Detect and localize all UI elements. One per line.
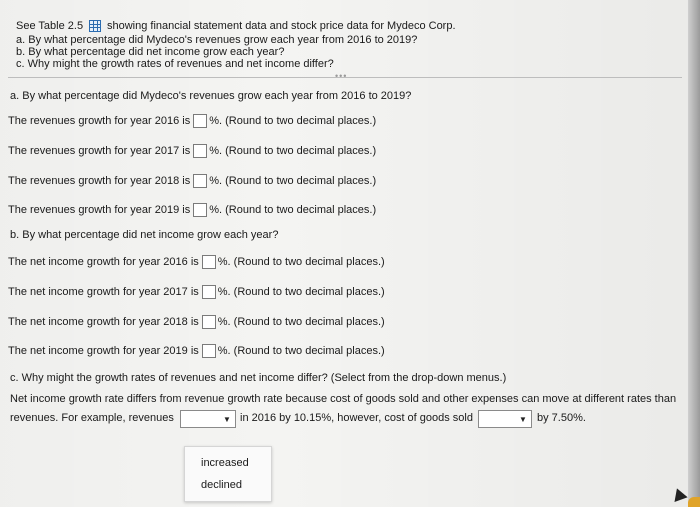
row-label: The revenues growth for year 2019 is (8, 204, 191, 216)
dropdown-arrow-icon: ▼ (223, 414, 231, 424)
revenue-growth-row-2017: The revenues growth for year 2017 is %. … (8, 143, 376, 159)
row-hint: %. (Round to two decimal places.) (209, 145, 377, 157)
part-c-header: c. Why might the growth rates of revenue… (10, 372, 507, 384)
row-hint: %. (Round to two decimal places.) (209, 175, 377, 187)
dropdown-menu: increased declined (184, 446, 272, 502)
net-income-growth-2019-input[interactable] (201, 344, 216, 358)
row-label: The revenues growth for year 2017 is (8, 145, 191, 157)
option-increased[interactable]: increased (201, 457, 249, 469)
row-hint: %. (Round to two decimal places.) (217, 286, 385, 298)
part-c-text-line1: Net income growth rate differs from reve… (10, 393, 677, 405)
row-label: The revenues growth for year 2018 is (8, 175, 191, 187)
row-label: The net income growth for year 2016 is (8, 256, 199, 268)
net-income-growth-row-2018: The net income growth for year 2018 is %… (8, 314, 385, 330)
row-label: The net income growth for year 2019 is (8, 345, 199, 357)
problem-page: See Table 2.5 showing financial statemen… (0, 0, 690, 507)
revenue-growth-row-2016: The revenues growth for year 2016 is %. … (8, 113, 376, 129)
net-income-growth-row-2017: The net income growth for year 2017 is %… (8, 284, 385, 300)
table-icon[interactable] (89, 20, 101, 32)
part-c-text-line2-end: by 7.50%. (537, 412, 586, 424)
part-c-text-line2-middle: in 2016 by 10.15%, however, cost of good… (240, 412, 473, 424)
intro-description: showing financial statement data and sto… (107, 20, 456, 32)
row-hint: %. (Round to two decimal places.) (209, 204, 377, 216)
cogs-direction-dropdown[interactable]: ▼ (478, 410, 532, 428)
revenue-growth-row-2018: The revenues growth for year 2018 is %. … (8, 173, 376, 189)
option-declined[interactable]: declined (201, 479, 242, 491)
corner-badge-icon (688, 497, 700, 507)
dropdown-arrow-icon: ▼ (519, 414, 527, 424)
row-label: The net income growth for year 2018 is (8, 316, 199, 328)
revenue-growth-row-2019: The revenues growth for year 2019 is %. … (8, 202, 376, 218)
row-label: The net income growth for year 2017 is (8, 286, 199, 298)
row-label: The revenues growth for year 2016 is (8, 115, 191, 127)
row-hint: %. (Round to two decimal places.) (209, 115, 377, 127)
revenue-growth-2016-input[interactable] (193, 114, 208, 128)
net-income-growth-2016-input[interactable] (201, 255, 216, 269)
row-hint: %. (Round to two decimal places.) (217, 256, 385, 268)
part-b-header: b. By what percentage did net income gro… (10, 229, 279, 241)
net-income-growth-row-2019: The net income growth for year 2019 is %… (8, 343, 385, 359)
screen-edge (688, 0, 700, 507)
part-c-text-line2-start: revenues. For example, revenues (10, 412, 174, 424)
net-income-growth-2017-input[interactable] (201, 285, 216, 299)
intro-see-table: See Table 2.5 (16, 20, 84, 32)
part-a-header: a. By what percentage did Mydeco's reven… (10, 90, 412, 102)
revenues-direction-dropdown[interactable]: ▼ (180, 410, 236, 428)
net-income-growth-2018-input[interactable] (201, 315, 216, 329)
revenue-growth-2018-input[interactable] (193, 174, 208, 188)
net-income-growth-row-2016: The net income growth for year 2016 is %… (8, 254, 385, 270)
revenue-growth-2019-input[interactable] (193, 203, 208, 217)
row-hint: %. (Round to two decimal places.) (217, 316, 385, 328)
revenue-growth-2017-input[interactable] (193, 144, 208, 158)
row-hint: %. (Round to two decimal places.) (217, 345, 385, 357)
intro-question-c: c. Why might the growth rates of revenue… (16, 58, 334, 70)
dots-handle[interactable]: ••• (335, 71, 347, 81)
